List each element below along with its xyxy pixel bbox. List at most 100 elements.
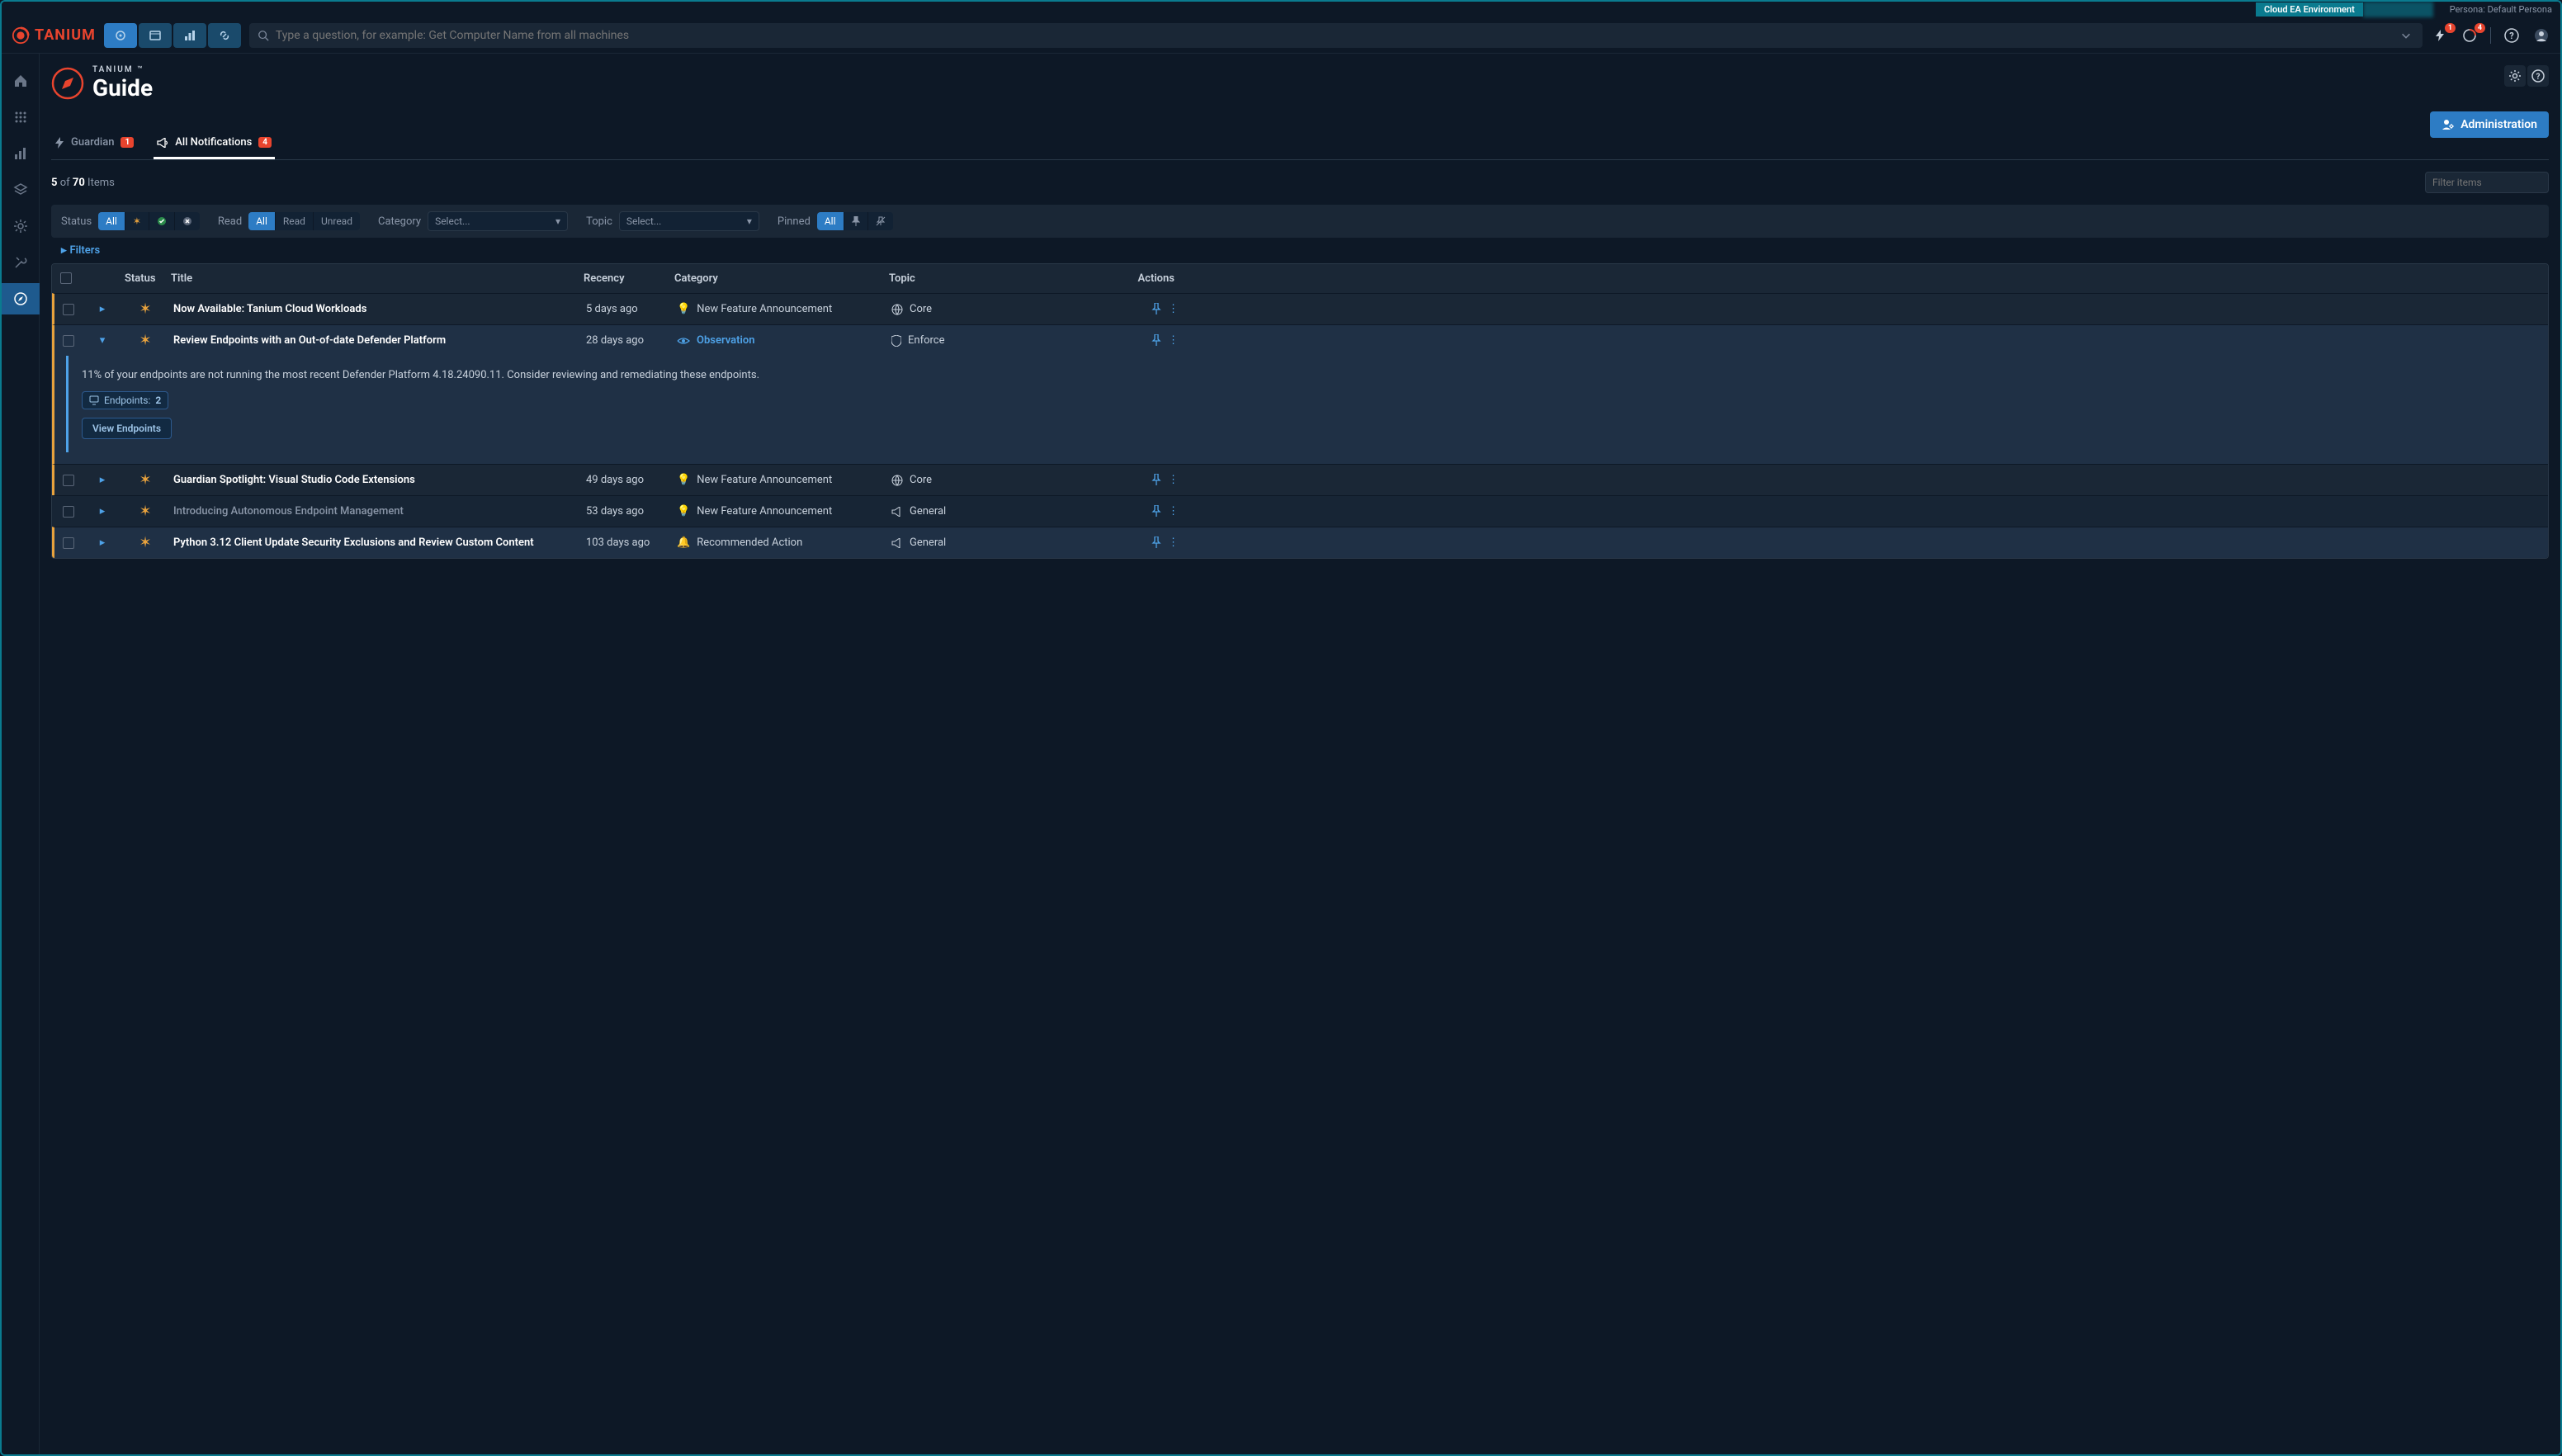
detail-text: 11% of your endpoints are not running th…	[82, 369, 2535, 381]
filters-toggle[interactable]: ▸Filters	[51, 238, 2549, 263]
notifications-table: Status Title Recency Category Topic Acti…	[51, 263, 2549, 559]
status-pill-all[interactable]: All	[98, 212, 125, 230]
filter-items-field[interactable]	[2432, 177, 2560, 188]
status-pill-check[interactable]	[149, 212, 175, 230]
filter-items-input[interactable]	[2425, 172, 2549, 193]
pinned-pill-pinned[interactable]	[844, 212, 868, 230]
pin-action[interactable]	[1151, 537, 1161, 549]
expand-toggle[interactable]: ▸	[83, 467, 122, 493]
left-sidebar	[2, 54, 40, 1454]
row-title[interactable]: Introducing Autonomous Endpoint Manageme…	[168, 499, 581, 524]
read-pill-read[interactable]: Read	[276, 212, 314, 230]
row-topic: General	[886, 499, 1101, 524]
sidebar-guide[interactable]	[2, 283, 40, 314]
filter-pinned-label: Pinned	[778, 215, 811, 228]
chevron-down-icon[interactable]	[2398, 30, 2414, 41]
endpoints-chip[interactable]: Endpoints: 2	[82, 391, 168, 409]
activity-badge: 4	[2475, 23, 2485, 33]
pin-action[interactable]	[1151, 474, 1161, 486]
status-pill-star[interactable]: ✶	[125, 212, 149, 230]
row-category: Observation	[672, 328, 886, 353]
tab-all-badge: 4	[258, 137, 272, 148]
window-icon	[149, 29, 162, 42]
row-checkbox[interactable]	[63, 506, 74, 518]
global-search[interactable]	[249, 23, 2423, 48]
unpin-icon	[876, 216, 886, 226]
tab-guardian-badge: 1	[121, 137, 134, 148]
row-title[interactable]: Review Endpoints with an Out-of-date Def…	[168, 328, 581, 353]
sidebar-tools[interactable]	[2, 247, 40, 278]
toolbar-view2-button[interactable]	[139, 23, 172, 48]
read-pill-unread[interactable]: Unread	[314, 212, 360, 230]
pin-action[interactable]	[1151, 334, 1161, 347]
row-title[interactable]: Python 3.12 Client Update Security Exclu…	[168, 530, 581, 555]
read-pill-all[interactable]: All	[248, 212, 276, 230]
sidebar-home[interactable]	[2, 65, 40, 97]
filter-read: Read All Read Unread	[218, 212, 360, 230]
pin-icon	[1151, 303, 1161, 314]
more-action[interactable]: ⋮	[1168, 303, 1179, 315]
page-title-block: TANIUM ™ Guide	[51, 65, 153, 102]
filter-status-label: Status	[61, 215, 92, 228]
globe-icon	[891, 304, 903, 315]
row-checkbox[interactable]	[63, 335, 74, 347]
page-tabs: Guardian 1 All Notifications 4	[51, 128, 2549, 160]
pin-action[interactable]	[1151, 303, 1161, 315]
tab-all-notifications[interactable]: All Notifications 4	[154, 128, 275, 159]
expand-toggle[interactable]: ▾	[83, 328, 122, 353]
row-title[interactable]: Now Available: Tanium Cloud Workloads	[168, 296, 581, 322]
help-button[interactable]: ?	[2503, 26, 2521, 45]
category-select[interactable]: Select...▾	[428, 211, 568, 231]
sidebar-reports[interactable]	[2, 138, 40, 169]
page-pretitle: TANIUM ™	[92, 65, 153, 74]
page-settings-button[interactable]	[2504, 65, 2526, 87]
expand-toggle[interactable]: ▸	[83, 296, 122, 322]
page-help-button[interactable]: ?	[2527, 65, 2549, 87]
row-recency: 5 days ago	[581, 296, 672, 322]
status-star-icon: ✶	[122, 465, 168, 495]
view-endpoints-button[interactable]: View Endpoints	[82, 418, 172, 439]
alerts-button[interactable]: 1	[2431, 26, 2449, 45]
sidebar-settings[interactable]	[2, 210, 40, 242]
toolbar-view1-button[interactable]	[104, 23, 137, 48]
sidebar-layers[interactable]	[2, 174, 40, 206]
row-checkbox[interactable]	[63, 304, 74, 315]
pinned-pill-unpinned[interactable]	[868, 212, 893, 230]
status-pill-x[interactable]	[175, 212, 200, 230]
pinned-pill-all[interactable]: All	[817, 212, 844, 230]
row-recency: 49 days ago	[581, 467, 672, 493]
pin-action[interactable]	[1151, 505, 1161, 518]
pin-icon	[1151, 474, 1161, 485]
gear-icon	[2508, 69, 2522, 83]
col-title: Title	[166, 272, 579, 285]
select-all-checkbox[interactable]	[60, 272, 72, 284]
row-category: 🔔Recommended Action	[672, 530, 886, 555]
more-action[interactable]: ⋮	[1168, 334, 1179, 347]
svg-text:?: ?	[2509, 31, 2514, 41]
expand-toggle[interactable]: ▸	[83, 499, 122, 524]
row-title[interactable]: Guardian Spotlight: Visual Studio Code E…	[168, 467, 581, 493]
more-action[interactable]: ⋮	[1168, 505, 1179, 518]
tab-guardian[interactable]: Guardian 1	[51, 128, 137, 159]
expand-toggle[interactable]: ▸	[83, 530, 122, 555]
user-button[interactable]	[2532, 26, 2550, 45]
toolbar-link-button[interactable]	[208, 23, 241, 48]
more-action[interactable]: ⋮	[1168, 474, 1179, 486]
brand-text: TANIUM	[35, 26, 96, 44]
status-star-icon: ✶	[122, 294, 168, 324]
search-input[interactable]	[276, 29, 2391, 42]
row-checkbox[interactable]	[63, 537, 74, 549]
row-recency: 28 days ago	[581, 328, 672, 353]
sidebar-apps[interactable]	[2, 102, 40, 133]
filter-status: Status All ✶	[61, 212, 200, 230]
user-icon	[2534, 28, 2549, 43]
row-checkbox[interactable]	[63, 475, 74, 486]
activity-button[interactable]: 4	[2460, 26, 2479, 45]
more-action[interactable]: ⋮	[1168, 537, 1179, 549]
tab-all-label: All Notifications	[175, 136, 252, 149]
pin-icon	[1151, 505, 1161, 517]
row-actions: ⋮	[1101, 296, 1192, 322]
topic-select[interactable]: Select...▾	[619, 211, 759, 231]
toolbar-chart-button[interactable]	[173, 23, 206, 48]
subheader-row: 5 of 70 Items	[51, 160, 2549, 205]
